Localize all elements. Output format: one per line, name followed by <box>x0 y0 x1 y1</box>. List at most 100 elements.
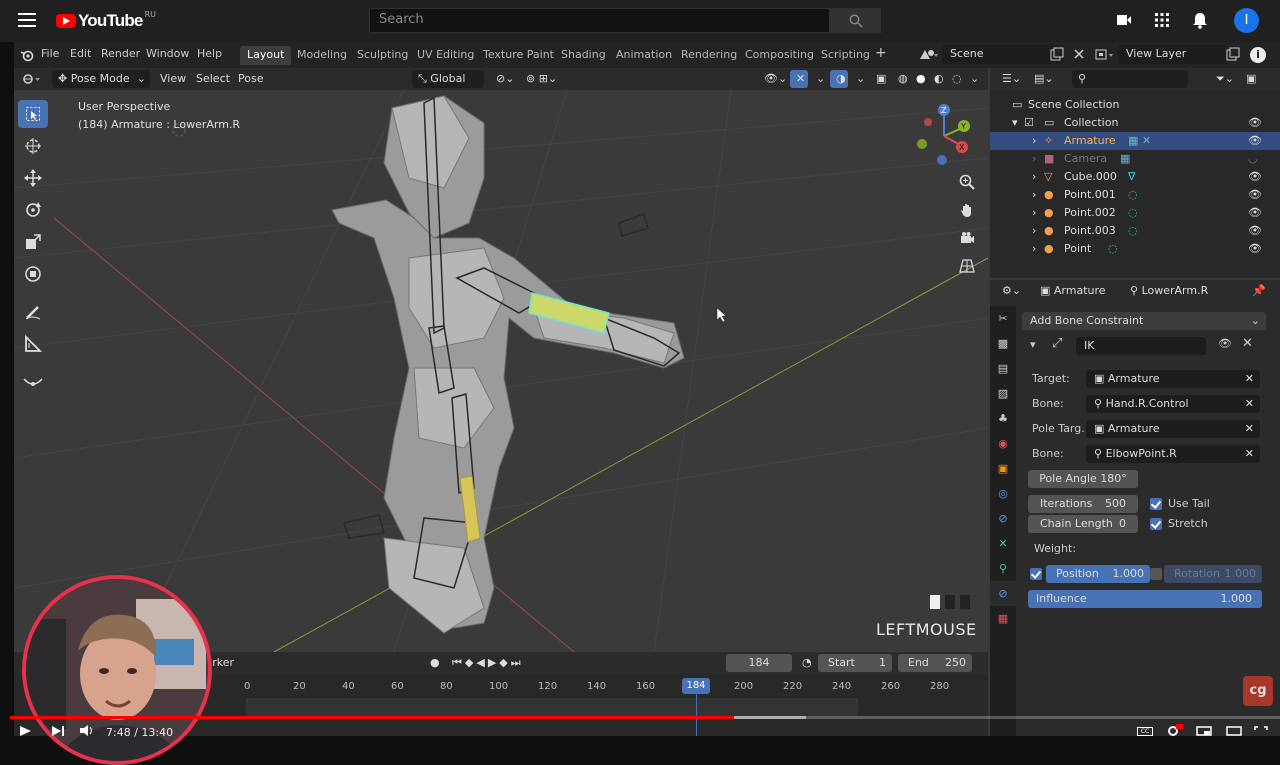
menu-edit[interactable]: Edit <box>70 47 91 60</box>
eye-icon[interactable]: 👁 <box>1248 224 1262 237</box>
measure-tool[interactable] <box>18 330 48 358</box>
stretch-checkbox[interactable] <box>1150 518 1162 530</box>
user-avatar[interactable]: I <box>1234 8 1259 33</box>
annotate-tool[interactable] <box>18 298 48 326</box>
search-input[interactable]: Search <box>369 8 830 33</box>
properties-editor-type-icon[interactable]: ⚙⌄ <box>996 282 1028 300</box>
position-weight-field[interactable]: Position 1.000 <box>1046 565 1150 583</box>
tab-modeling[interactable]: Modeling <box>290 46 354 65</box>
pan-button[interactable] <box>955 198 979 222</box>
tab-layout[interactable]: Layout <box>240 46 292 65</box>
overlay-toggle-icon[interactable]: ◑ <box>830 70 848 88</box>
ortho-toggle-button[interactable] <box>955 254 979 278</box>
expand-arrow-icon[interactable]: › <box>1032 134 1036 147</box>
pose-menu[interactable]: Pose <box>232 70 270 88</box>
cursor-tool[interactable] <box>18 132 48 160</box>
object-constraint-tab[interactable]: ⊘ <box>990 506 1016 531</box>
select-box-tool[interactable] <box>18 100 48 128</box>
fullscreen-icon[interactable] <box>1254 726 1268 736</box>
eye-icon[interactable]: 👁 <box>1248 116 1262 129</box>
tab-shading[interactable]: Shading <box>554 46 613 65</box>
target-field[interactable]: ▣ Armature ✕ <box>1086 370 1260 388</box>
notifications-bell-icon[interactable] <box>1192 12 1208 29</box>
outliner-row-point[interactable]: › ● Point ◌ 👁 <box>990 240 1280 258</box>
outliner-row-scene-collection[interactable]: ▭ Scene Collection <box>990 96 1280 114</box>
rotate-tool[interactable] <box>18 196 48 224</box>
filter-icon[interactable]: ⏷⌄ <box>1210 70 1241 88</box>
include-checkbox-icon[interactable]: ☑ <box>1024 116 1034 129</box>
expand-arrow-icon[interactable]: › <box>1032 170 1036 183</box>
outliner-row-camera[interactable]: › ■ Camera ▦ ◡ <box>990 150 1280 168</box>
apps-grid-icon[interactable] <box>1154 12 1170 28</box>
info-icon[interactable]: i <box>1250 47 1266 63</box>
create-video-icon[interactable] <box>1116 12 1132 28</box>
outliner-row-point-002[interactable]: › ● Point.002 ◌ 👁 <box>990 204 1280 222</box>
remove-constraint-icon[interactable]: ✕ <box>1242 336 1253 351</box>
tab-texture-paint[interactable]: Texture Paint <box>476 46 561 65</box>
tab-rendering[interactable]: Rendering <box>674 46 744 65</box>
menu-help[interactable]: Help <box>197 47 222 60</box>
search-button[interactable] <box>829 8 881 33</box>
view-layer-icon[interactable] <box>1094 47 1116 62</box>
collapse-arrow-icon[interactable]: ▾ <box>1030 338 1036 351</box>
expand-arrow-icon[interactable]: ▾ <box>1012 116 1018 129</box>
constraint-name-field[interactable]: IK <box>1076 337 1206 355</box>
add-workspace-icon[interactable]: + <box>875 45 887 61</box>
mode-select[interactable]: ✥ Pose Mode ⌄ <box>52 70 150 88</box>
play-icon[interactable] <box>20 726 32 736</box>
world-tab[interactable]: ◉ <box>990 431 1016 456</box>
use-tail-checkbox[interactable] <box>1150 498 1162 510</box>
position-weight-checkbox[interactable] <box>1030 568 1042 580</box>
scene-icon[interactable] <box>918 47 940 62</box>
outliner-row-point-003[interactable]: › ● Point.003 ◌ 👁 <box>990 222 1280 240</box>
volume-icon[interactable] <box>80 725 96 736</box>
outliner-row-cube[interactable]: › ▽ Cube.000 ∇ 👁 <box>990 168 1280 186</box>
pole-bone-field[interactable]: ⚲ ElbowPoint.R ✕ <box>1086 445 1260 463</box>
youtube-logo[interactable]: YouTube RU <box>56 10 156 31</box>
expand-arrow-icon[interactable]: › <box>1032 206 1036 219</box>
menu-window[interactable]: Window <box>146 47 189 60</box>
clear-icon[interactable]: ✕ <box>1245 422 1254 435</box>
scene-tab[interactable]: ♣ <box>990 406 1016 431</box>
gizmo-dropdown-icon[interactable]: ⌄ <box>810 70 832 88</box>
move-tool[interactable] <box>18 164 48 192</box>
tab-compositing[interactable]: Compositing <box>738 46 821 65</box>
output-tab[interactable]: ▤ <box>990 356 1016 381</box>
pole-angle-field[interactable]: Pole Angle 180° <box>1028 470 1138 488</box>
object-tab[interactable]: ▣ <box>990 456 1016 481</box>
eye-icon[interactable]: 👁 <box>1248 170 1262 183</box>
outliner-editor-type-icon[interactable]: ☰⌄ <box>996 70 1028 88</box>
gizmo-toggle-icon[interactable]: ✕ <box>790 70 808 88</box>
physics-tab[interactable]: ◎ <box>990 481 1016 506</box>
visibility-icon[interactable]: 👁⌄ <box>758 70 794 88</box>
tab-sculpting[interactable]: Sculpting <box>350 46 415 65</box>
view-layer-field[interactable]: View Layer <box>1118 45 1226 64</box>
overlay-dropdown-icon[interactable]: ⌄ <box>850 70 872 88</box>
video-progress-bar[interactable] <box>10 716 734 719</box>
expand-arrow-icon[interactable]: › <box>1032 242 1036 255</box>
new-scene-icon[interactable] <box>1050 47 1064 61</box>
remove-scene-icon[interactable] <box>1072 47 1086 61</box>
blender-logo-icon[interactable] <box>20 48 34 62</box>
bone-field[interactable]: ⚲ Hand.R.Control ✕ <box>1086 395 1260 413</box>
tab-uv-editing[interactable]: UV Editing <box>410 46 481 65</box>
menu-file[interactable]: File <box>41 47 59 60</box>
editor-type-icon[interactable] <box>22 73 42 86</box>
add-bone-constraint-dropdown[interactable]: Add Bone Constraint ⌄ <box>1022 312 1266 330</box>
pole-target-field[interactable]: ▣ Armature ✕ <box>1086 420 1260 438</box>
object-breadcrumb[interactable]: ▣ Armature <box>1034 282 1112 300</box>
new-view-layer-icon[interactable] <box>1226 47 1240 61</box>
playhead-frame-badge[interactable]: 184 <box>682 678 710 694</box>
bone-roll-tool[interactable] <box>18 368 48 396</box>
eye-icon[interactable]: 👁 <box>1248 206 1262 219</box>
snap-icon[interactable]: ⊚ ⊞⌄ <box>520 70 564 88</box>
playback-controls[interactable]: ⏮◆◀▶◆⏭ <box>446 654 530 672</box>
iterations-field[interactable]: Iterations 500 <box>1028 495 1138 513</box>
current-frame-field[interactable]: 184 <box>726 654 792 672</box>
tool-tab[interactable]: ✂ <box>990 306 1016 331</box>
shading-dropdown-icon[interactable]: ⌄ <box>964 70 986 88</box>
view-menu[interactable]: View <box>154 70 193 88</box>
transform-tool[interactable] <box>18 260 48 288</box>
rotation-weight-field[interactable]: Rotation 1.000 <box>1164 565 1262 583</box>
start-frame-field[interactable]: Start 1 <box>818 654 892 672</box>
